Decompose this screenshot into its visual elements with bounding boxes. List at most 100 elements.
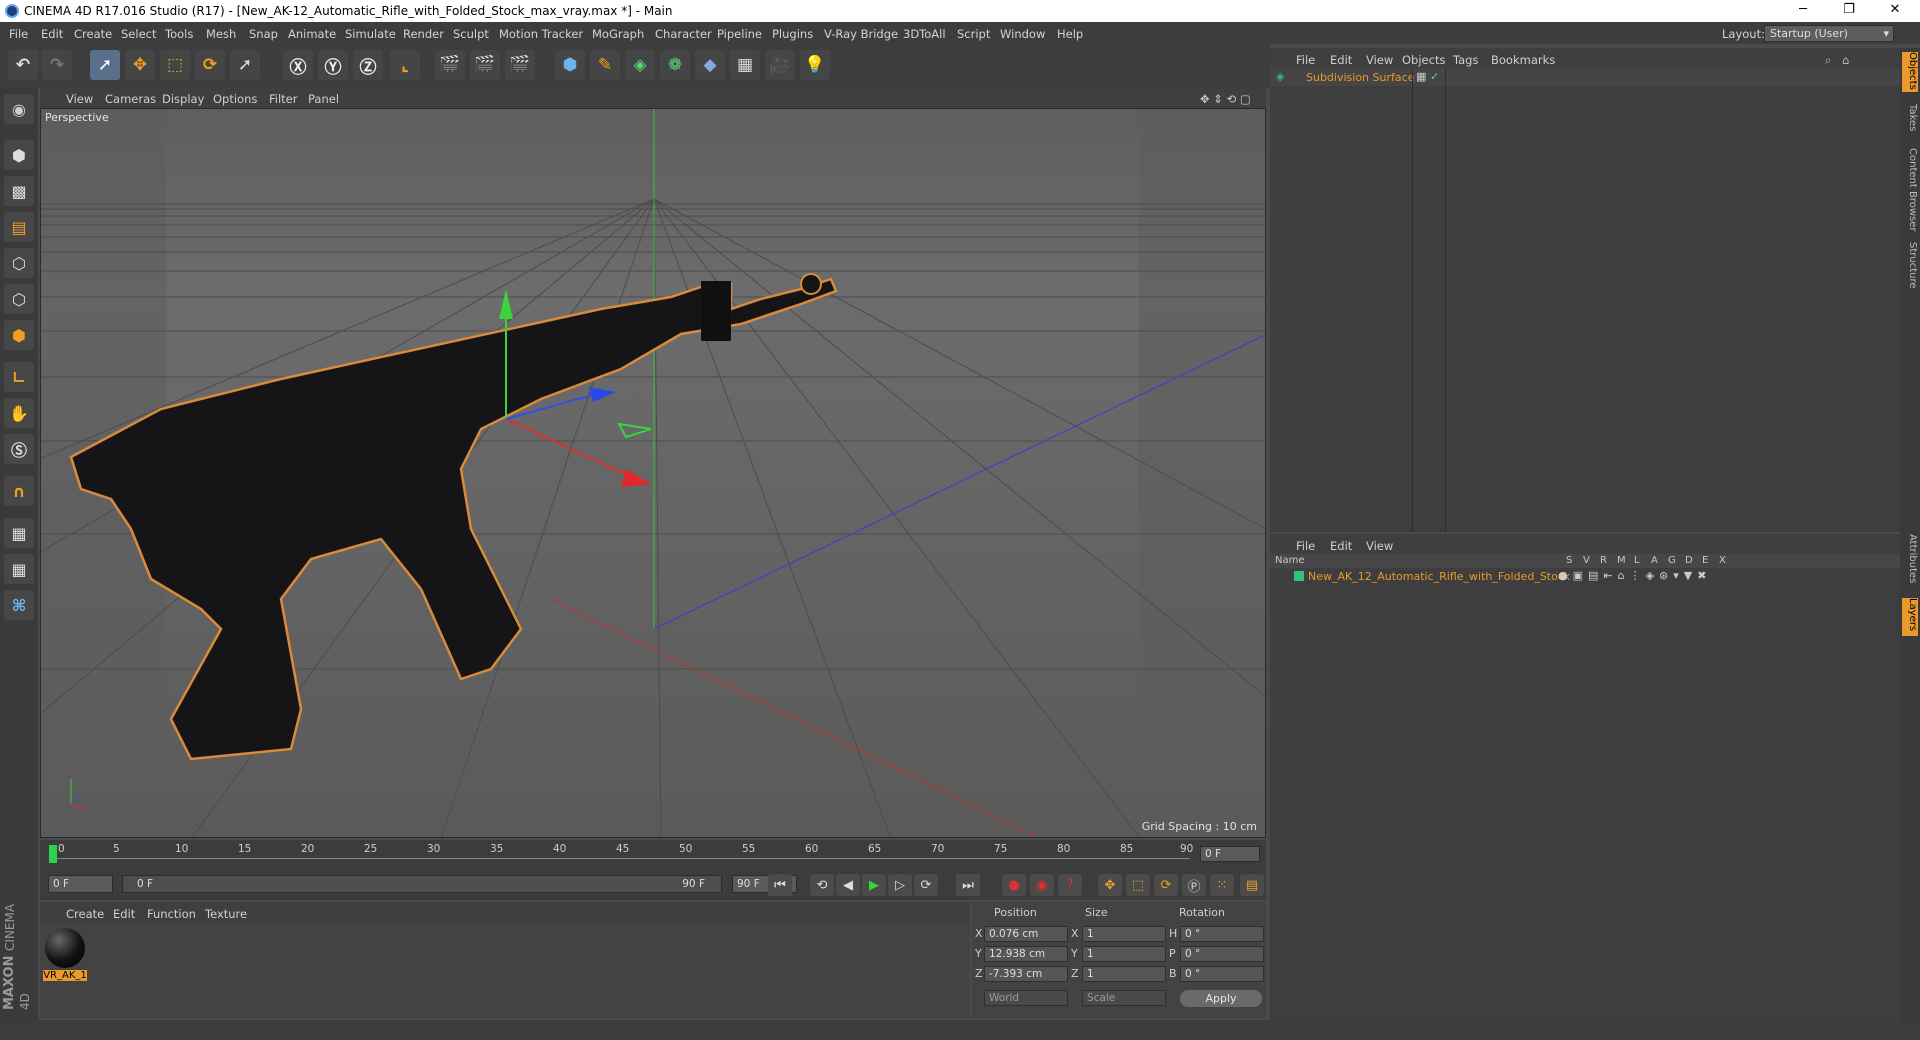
- key-scale-icon[interactable]: ⬚: [1126, 874, 1150, 896]
- goto-start-icon[interactable]: ⏮: [768, 874, 792, 896]
- timeline-window-icon[interactable]: ▤: [1240, 874, 1264, 896]
- size-mode-select[interactable]: Scale: [1082, 990, 1166, 1006]
- tweak-mode-icon[interactable]: ✋: [4, 398, 34, 428]
- menu-select[interactable]: Select: [121, 27, 156, 41]
- mograph-cloner-icon[interactable]: ❁: [660, 50, 690, 80]
- record-keys-icon[interactable]: ●: [1002, 874, 1026, 896]
- render-picture-viewer-icon[interactable]: 🎬: [470, 50, 500, 80]
- material-swatch[interactable]: VR_AK_1: [43, 926, 87, 982]
- tab-objects[interactable]: Objects: [1902, 52, 1918, 92]
- size-z-field[interactable]: 1: [1082, 966, 1166, 982]
- menu-snap[interactable]: Snap: [249, 27, 278, 41]
- menu-3dtoall[interactable]: 3DToAll: [903, 27, 946, 41]
- solo-mode-icon[interactable]: Ⓢ: [4, 434, 34, 464]
- prev-frame-icon[interactable]: ◀: [836, 874, 860, 896]
- undo-icon[interactable]: ↶: [8, 50, 38, 80]
- viewport-menu-filter[interactable]: Filter: [269, 92, 297, 106]
- pos-z-field[interactable]: -7.393 cm: [984, 966, 1068, 982]
- tab-content-browser[interactable]: Content Browser: [1902, 148, 1918, 231]
- live-selection-icon[interactable]: ➚: [90, 50, 120, 80]
- scale-tool-icon[interactable]: ⬚: [160, 50, 190, 80]
- menu-animate[interactable]: Animate: [288, 27, 336, 41]
- layers-menu-edit[interactable]: Edit: [1330, 539, 1352, 553]
- rotate-tool-icon[interactable]: ⟳: [195, 50, 225, 80]
- material-menu-edit[interactable]: Edit: [113, 907, 135, 921]
- polygons-mode-icon[interactable]: ⬢: [4, 320, 34, 350]
- viewport-menu-cameras[interactable]: Cameras: [105, 92, 156, 106]
- menu-motion-tracker[interactable]: Motion Tracker: [499, 27, 583, 41]
- timeline-ruler[interactable]: 0 5 10 15 20 25 30 35 40 45 50 55 60 65 …: [40, 840, 1266, 870]
- pos-y-field[interactable]: 12.938 cm: [984, 946, 1068, 962]
- keyframe-selection-icon[interactable]: ?: [1058, 874, 1082, 896]
- snap-icon[interactable]: ∩: [4, 476, 34, 506]
- render-settings-icon[interactable]: 🎬: [505, 50, 535, 80]
- search-icon[interactable]: ⌕: [1825, 53, 1831, 68]
- tab-layers[interactable]: Layers: [1902, 598, 1918, 636]
- size-x-field[interactable]: 1: [1082, 926, 1166, 942]
- objects-menu-file[interactable]: File: [1296, 53, 1315, 67]
- menu-pipeline[interactable]: Pipeline: [717, 27, 762, 41]
- model-mode-icon[interactable]: ⬢: [4, 140, 34, 170]
- viewport-menu-display[interactable]: Display: [162, 92, 204, 106]
- floor-icon[interactable]: ▦: [730, 50, 760, 80]
- start-frame-field[interactable]: 0 F: [48, 875, 113, 893]
- python-icon[interactable]: ⌘: [4, 590, 34, 620]
- menu-vray-bridge[interactable]: V-Ray Bridge: [824, 27, 898, 41]
- layer-row[interactable]: New_AK_12_Automatic_Rifle_with_Folded_St…: [1270, 568, 1900, 584]
- object-row[interactable]: ◈ Subdivision Surface ▦ ✓: [1270, 68, 1900, 86]
- objects-menu-bookmarks[interactable]: Bookmarks: [1491, 53, 1555, 67]
- prev-key-icon[interactable]: ⟲: [810, 874, 834, 896]
- recent-tool-icon[interactable]: ➚: [230, 50, 260, 80]
- menu-file[interactable]: File: [9, 27, 28, 41]
- menu-help[interactable]: Help: [1057, 27, 1083, 41]
- maximize-button[interactable]: ❐: [1826, 0, 1872, 22]
- make-editable-icon[interactable]: ◉: [4, 94, 34, 124]
- tab-attributes[interactable]: Attributes: [1902, 534, 1918, 583]
- material-menu-function[interactable]: Function: [147, 907, 196, 921]
- play-icon[interactable]: ▶: [862, 874, 886, 896]
- next-frame-icon[interactable]: ▷: [888, 874, 912, 896]
- home-icon[interactable]: ⌂: [1842, 53, 1849, 67]
- key-rotation-icon[interactable]: ⟳: [1154, 874, 1178, 896]
- objects-menu-view[interactable]: View: [1366, 53, 1393, 67]
- deformer-icon[interactable]: ◆: [695, 50, 725, 80]
- redo-icon[interactable]: ↷: [42, 50, 72, 80]
- material-menu-create[interactable]: Create: [66, 907, 104, 921]
- menu-window[interactable]: Window: [1000, 27, 1045, 41]
- rot-b-field[interactable]: 0 °: [1180, 966, 1264, 982]
- material-menu-texture[interactable]: Texture: [205, 907, 247, 921]
- layers-menu-file[interactable]: File: [1296, 539, 1315, 553]
- tab-structure[interactable]: Structure: [1902, 242, 1918, 289]
- menu-create[interactable]: Create: [74, 27, 112, 41]
- rot-p-field[interactable]: 0 °: [1180, 946, 1264, 962]
- menu-simulate[interactable]: Simulate: [345, 27, 396, 41]
- perspective-viewport[interactable]: Perspective Grid Spacing : 10 cm: [40, 108, 1266, 838]
- layer-color-swatch[interactable]: [1294, 571, 1304, 581]
- key-parameter-icon[interactable]: Ⓟ: [1182, 874, 1206, 896]
- goto-end-icon[interactable]: ⏭: [956, 874, 980, 896]
- next-key-icon[interactable]: ⟳: [914, 874, 938, 896]
- coordinate-system-icon[interactable]: ⌞: [390, 50, 420, 80]
- layout-select[interactable]: Startup (User) ▾: [1764, 25, 1894, 42]
- layer-flag-icons[interactable]: ●▣▤⇤⌂⋮◈⊛▾▼✖: [1558, 569, 1711, 582]
- axis-mode-icon[interactable]: ∟: [4, 362, 34, 392]
- texture-mode-icon[interactable]: ▩: [4, 176, 34, 206]
- visibility-toggle-icon[interactable]: ▦: [1416, 70, 1426, 83]
- light-icon[interactable]: 💡: [800, 50, 830, 80]
- size-y-field[interactable]: 1: [1082, 946, 1166, 962]
- coordinate-system-select[interactable]: World: [984, 990, 1068, 1006]
- move-tool-icon[interactable]: ✥: [125, 50, 155, 80]
- x-axis-lock-icon[interactable]: Ⓧ: [283, 50, 313, 80]
- render-view-icon[interactable]: 🎬: [435, 50, 465, 80]
- subdivision-icon[interactable]: ◈: [625, 50, 655, 80]
- menu-mesh[interactable]: Mesh: [206, 27, 236, 41]
- key-pla-icon[interactable]: ⁙: [1210, 874, 1234, 896]
- minimize-button[interactable]: ─: [1780, 0, 1826, 22]
- layers-menu-view[interactable]: View: [1366, 539, 1393, 553]
- z-axis-lock-icon[interactable]: Ⓩ: [353, 50, 383, 80]
- frame-range-slider[interactable]: 0 F 90 F: [122, 875, 722, 893]
- menu-tools[interactable]: Tools: [165, 27, 193, 41]
- menu-sculpt[interactable]: Sculpt: [453, 27, 489, 41]
- close-button[interactable]: ✕: [1872, 0, 1918, 22]
- menu-plugins[interactable]: Plugins: [772, 27, 813, 41]
